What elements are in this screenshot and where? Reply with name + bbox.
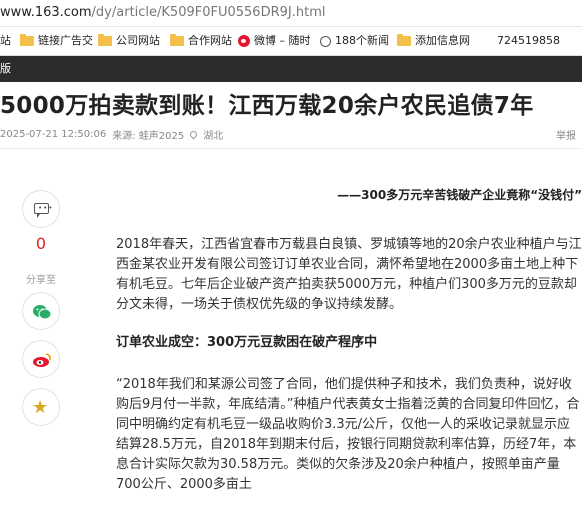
paragraph: “2018年我们和某源公司签了合同，他们提供种子和技术，我们负责种，说好收购后9… [116,377,580,492]
bookmark-label: 合作网站 [188,34,232,47]
wechat-icon [33,305,52,320]
site-nav-strip: 版 [0,56,582,82]
address-bar[interactable]: www.163.com/dy/article/K509F0FU0556DR9J.… [0,0,582,27]
comment-icon: ••• [34,203,52,218]
article-title: 5000万拍卖款到账！江西万载20余户农民追债7年 [0,93,534,119]
folder-icon [20,34,34,46]
globe-icon [320,35,331,47]
bookmark-item[interactable]: 188个新闻 [320,27,389,55]
comment-button[interactable]: ••• [22,190,60,228]
weibo-icon [33,353,51,367]
url-host: www.163.com [0,5,92,20]
comment-count[interactable]: 0 [22,234,60,253]
favorite-button[interactable]: ★ [22,388,60,426]
bookmark-item[interactable]: 微博 – 随时 [238,27,311,55]
bookmark-label: 微博 – 随时 [254,34,311,47]
bookmark-item[interactable]: 站 [0,27,11,55]
folder-icon [397,34,411,46]
article-subtitle: ——300多万元辛苦钱破产企业竟称“没钱付” [337,188,582,202]
paragraph: 2018年春天，江西省宜春市万载县白良镇、罗城镇等地的20余户农业种植户与江西金… [116,237,582,312]
report-link[interactable]: 举报 [556,127,576,142]
nav-strip-label[interactable]: 版 [0,62,11,75]
bookmark-label: 公司网站 [116,34,160,47]
share-label: 分享至 [26,275,56,286]
share-wechat-button[interactable] [22,292,60,330]
url-path: /dy/article/K509F0FU0556DR9J.html [91,5,326,20]
bookmark-item[interactable]: 724519858 [497,27,560,55]
folder-icon [170,34,184,46]
article-date: 2025-07-21 12:50:06 [0,129,107,140]
bookmark-label: 添加信息网 [415,34,470,47]
bookmark-item[interactable]: 合作网站 [170,27,232,55]
bookmark-label: 链接广告交 [38,34,93,47]
bookmark-label: 724519858 [497,34,560,47]
article-body: ——300多万元辛苦钱破产企业竟称“没钱付” 2018年春天，江西省宜春市万载县… [116,185,582,495]
section-heading: 订单农业成空：300万元豆款困在破产程序中 [116,335,378,350]
location-icon [188,129,199,140]
share-sidebar: ••• 0 分享至 ★ [22,190,64,426]
bookmark-item[interactable]: 链接广告交 [20,27,93,55]
weibo-icon [238,35,250,47]
bookmark-label: 站 [0,34,11,47]
bookmark-item[interactable]: 公司网站 [98,27,160,55]
star-icon: ★ [32,397,49,418]
article-source[interactable]: 来源: 蛙声2025 [112,127,184,142]
folder-icon [98,34,112,46]
bookmark-label: 188个新闻 [335,34,389,47]
article-location: 湖北 [203,131,224,142]
share-weibo-button[interactable] [22,340,60,378]
bookmarks-bar: 站 链接广告交 公司网站 合作网站 微博 – 随时 188个新闻 添加信息网 7… [0,27,582,56]
article-meta: 2025-07-21 12:50:06 来源: 蛙声2025 湖北 [0,127,229,142]
bookmark-item[interactable]: 添加信息网 [397,27,470,55]
divider [0,148,582,149]
